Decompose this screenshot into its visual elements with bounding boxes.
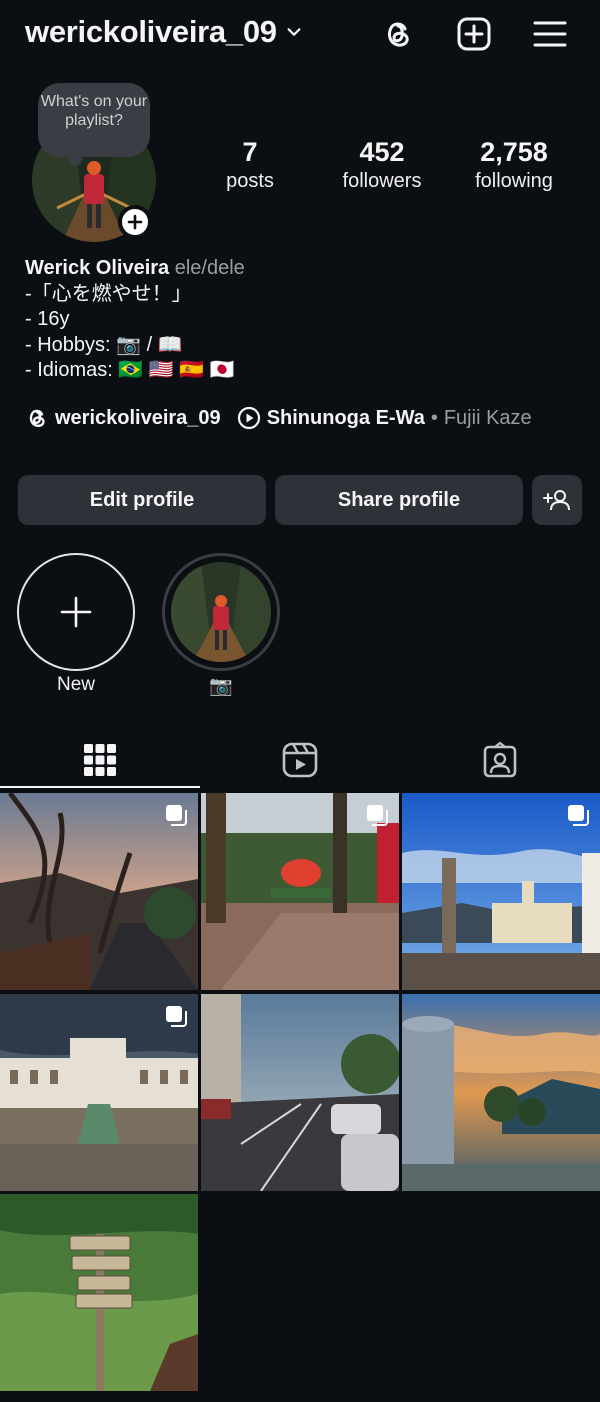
display-name: Werick Oliveira (25, 257, 170, 279)
discover-people-button[interactable] (532, 475, 582, 525)
new-post-icon[interactable] (454, 14, 494, 54)
multiple-posts-icon (166, 1006, 187, 1027)
music-link[interactable]: Shinunoga E-Wa (237, 406, 425, 430)
post-thumbnail[interactable] (402, 793, 600, 990)
display-name-row: Werick Oliveira ele/dele (25, 256, 245, 282)
add-story-icon[interactable] (118, 205, 152, 239)
threads-icon (29, 409, 45, 427)
plus-icon (60, 596, 92, 628)
username: werickoliveira_09 (25, 14, 277, 49)
multiple-posts-icon (367, 805, 388, 826)
highlight-thumbnail (171, 562, 271, 662)
reels-icon (282, 742, 318, 778)
grid-icon (84, 744, 116, 776)
separator-dot: • (430, 406, 438, 429)
multiple-posts-icon (568, 805, 589, 826)
bio-line: -「心を燃やせ！」 (25, 282, 192, 305)
post-thumbnail[interactable] (201, 994, 399, 1191)
highlight-label: New (56, 674, 95, 695)
multiple-posts-icon (166, 805, 187, 826)
reels-tab[interactable] (280, 740, 320, 780)
top-bar: werickoliveira_09 (0, 0, 600, 70)
edit-profile-button[interactable]: Edit profile (18, 475, 266, 525)
add-person-icon (543, 490, 570, 511)
post-thumbnail[interactable] (0, 1194, 198, 1391)
highlight-label: 📷 (209, 676, 233, 697)
profile-links: werickoliveira_09 Shinunoga E-Wa • Fujii… (25, 402, 532, 434)
menu-icon[interactable] (530, 14, 570, 54)
post-thumbnail[interactable] (0, 994, 198, 1191)
grid-tab[interactable] (80, 740, 120, 780)
followers-count[interactable]: 452 followers (330, 136, 434, 194)
pronouns: ele/dele (174, 257, 245, 279)
bio-line: - Idiomas: 🇧🇷 🇺🇸 🇪🇸 🇯🇵 (25, 359, 235, 381)
note-bubble[interactable]: What's on your playlist? (38, 83, 150, 166)
post-thumbnail[interactable] (402, 994, 600, 1191)
threads-icon[interactable] (378, 14, 418, 54)
artist-name: Fujii Kaze (443, 406, 532, 429)
posts-count[interactable]: 7 posts (210, 136, 290, 194)
bio-line: - Hobbys: 📷 / 📖 (25, 333, 183, 356)
new-highlight-button[interactable] (17, 553, 135, 671)
bio-line: - 16y (25, 308, 70, 330)
account-switcher[interactable]: werickoliveira_09 (25, 14, 303, 50)
threads-link[interactable]: werickoliveira_09 (25, 406, 221, 430)
following-count[interactable]: 2,758 following (462, 136, 566, 194)
share-profile-button[interactable]: Share profile (275, 475, 523, 525)
tagged-icon (483, 742, 517, 778)
bio: Werick Oliveira ele/dele -「心を燃やせ！」 - 16y… (25, 256, 245, 384)
post-thumbnail[interactable] (201, 793, 399, 990)
highlight-item[interactable] (162, 553, 280, 671)
active-tab-indicator (0, 786, 200, 788)
post-thumbnail[interactable] (0, 793, 198, 990)
chevron-down-icon (287, 28, 301, 36)
tagged-tab[interactable] (480, 740, 520, 780)
play-circle-icon (237, 406, 260, 430)
